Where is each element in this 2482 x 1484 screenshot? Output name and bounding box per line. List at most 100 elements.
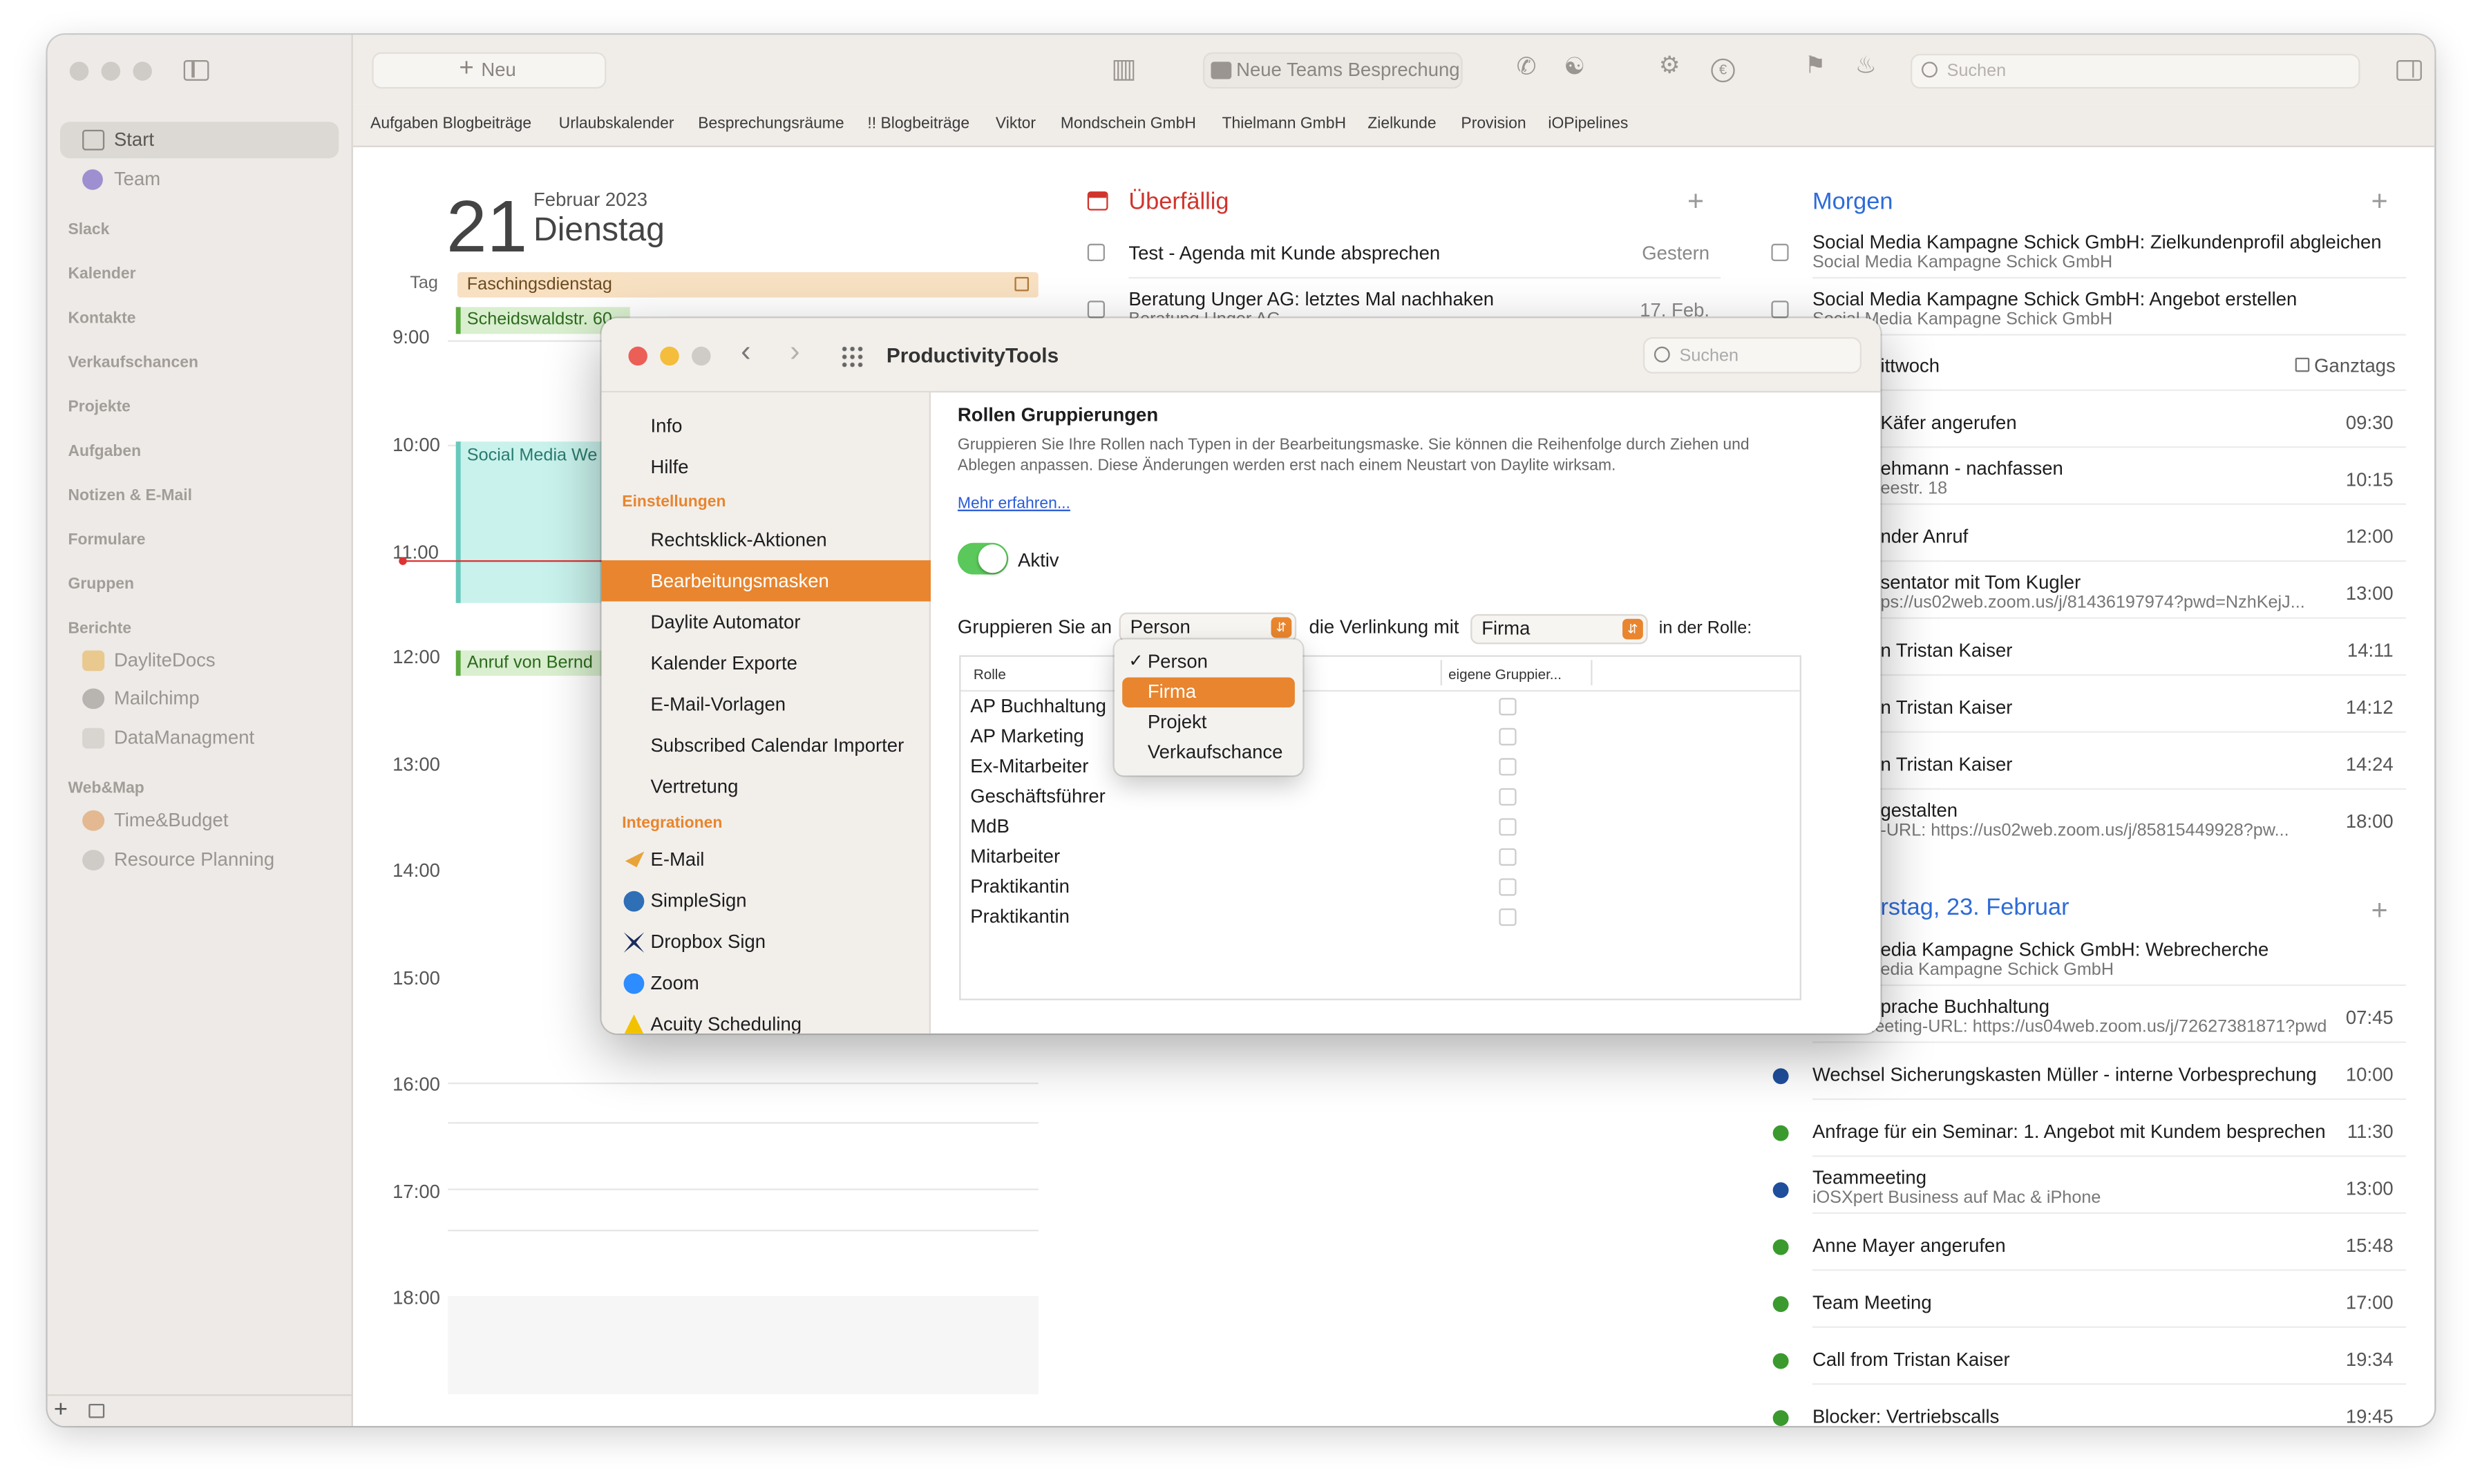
allday-checkbox-icon[interactable] — [2295, 357, 2310, 372]
link-select[interactable]: Firma ⇵ — [1470, 613, 1648, 645]
sidebar-item-datamanagment[interactable]: DataManagment — [60, 720, 339, 757]
group-select[interactable]: Person ⇵ — [1119, 612, 1297, 643]
contact-call-icon[interactable]: ☯ — [1564, 53, 1585, 81]
favorite-thielmann[interactable]: Thielmann GmbH — [1222, 115, 1346, 133]
bell-icon[interactable]: ♨ — [1855, 50, 1877, 79]
task-title[interactable]: Social Media Kampagne Schick GmbH: Angeb… — [1812, 288, 2414, 310]
row-checkbox[interactable] — [1499, 908, 1517, 926]
event-title[interactable]: n Tristan Kaiser — [1880, 753, 2339, 775]
allday-event[interactable]: Faschingsdienstag — [457, 272, 1039, 298]
favorite-iopipelines[interactable]: iOPipelines — [1548, 115, 1628, 133]
sidebar-item-time-budget[interactable]: Time&Budget — [60, 802, 339, 839]
daylite-sync-icon[interactable]: ▥ — [1111, 54, 1137, 86]
menu-item-calendar-importer[interactable]: Subscribed Calendar Importer — [602, 725, 931, 766]
menu-item-info[interactable]: Info — [602, 405, 931, 446]
sidebar-section-webmap[interactable]: Web&Map — [68, 780, 144, 797]
sidebar-item-daylitedocs[interactable]: DayliteDocs — [60, 643, 339, 679]
sidebar-item-start[interactable]: Start — [60, 122, 339, 159]
event-title[interactable]: Anfrage für ein Seminar: 1. Angebot mit … — [1812, 1121, 2335, 1143]
event-title[interactable]: gestalten — [1880, 799, 2339, 821]
event-title[interactable]: Teammeeting — [1812, 1166, 2287, 1188]
forward-chevron-icon[interactable]: › — [790, 336, 799, 370]
overdue-add-button[interactable]: + — [1687, 185, 1704, 218]
menu-item-kalender-exporte[interactable]: Kalender Exporte — [602, 643, 931, 684]
favorite-aufgaben-blogbeitraege[interactable]: Aufgaben Blogbeiträge — [370, 115, 531, 133]
menu-item-hilfe[interactable]: Hilfe — [602, 446, 931, 488]
menu-item-vertretung[interactable]: Vertretung — [602, 766, 931, 808]
sidebar-item-team[interactable]: Team — [60, 162, 339, 198]
event-title[interactable]: n Tristan Kaiser — [1880, 639, 2339, 661]
dialog-minimize-button[interactable] — [660, 346, 679, 366]
row-checkbox[interactable] — [1499, 727, 1517, 745]
task-checkbox[interactable] — [1771, 243, 1789, 261]
dropdown-option[interactable]: Firma — [1148, 681, 1196, 703]
row-checkbox[interactable] — [1499, 758, 1517, 776]
row-checkbox[interactable] — [1499, 878, 1517, 896]
sidebar-toggle-icon[interactable] — [183, 60, 209, 81]
table-row[interactable]: Ex-Mitarbeiter — [970, 755, 1088, 777]
dialog-close-button[interactable] — [628, 346, 647, 366]
calendar-small-icon[interactable] — [88, 1403, 105, 1418]
learn-more-link[interactable]: Mehr erfahren... — [958, 495, 1070, 513]
menu-item-email-vorlagen[interactable]: E-Mail-Vorlagen — [602, 684, 931, 725]
inspector-toggle-icon[interactable] — [2396, 60, 2422, 81]
add-button[interactable]: + — [54, 1396, 68, 1423]
minimize-window-button[interactable] — [101, 61, 121, 81]
row-checkbox[interactable] — [1499, 818, 1517, 836]
euro-icon[interactable]: € — [1711, 58, 1735, 83]
favorite-zielkunde[interactable]: Zielkunde — [1367, 115, 1436, 133]
event-title[interactable]: Wechsel Sicherungskasten Müller - intern… — [1812, 1063, 2335, 1085]
task-checkbox[interactable] — [1771, 301, 1789, 318]
sidebar-section-kalender[interactable]: Kalender — [68, 266, 136, 283]
sidebar-section-aufgaben[interactable]: Aufgaben — [68, 443, 142, 460]
row-checkbox[interactable] — [1499, 848, 1517, 866]
table-row[interactable]: Praktikantin — [970, 875, 1070, 897]
active-toggle[interactable] — [957, 542, 1009, 575]
column-header-own-group[interactable]: eigene Gruppier... — [1448, 666, 1562, 682]
event-title[interactable]: Team Meeting — [1812, 1291, 2287, 1313]
favorite-mondschein[interactable]: Mondschein GmbH — [1061, 115, 1196, 133]
sidebar-section-formulare[interactable]: Formulare — [68, 532, 146, 549]
sidebar-item-resource-planning[interactable]: Resource Planning — [60, 842, 339, 879]
sidebar-section-projekte[interactable]: Projekte — [68, 399, 131, 416]
favorite-blogbeitraege[interactable]: !! Blogbeiträge — [867, 115, 969, 133]
sidebar-item-mailchimp[interactable]: Mailchimp — [60, 681, 339, 717]
menu-item-rechtsklick[interactable]: Rechtsklick-Aktionen — [602, 519, 931, 560]
back-chevron-icon[interactable]: ‹ — [741, 336, 750, 370]
column-header-role[interactable]: Rolle — [974, 666, 1006, 682]
thursday-add-button[interactable]: + — [2371, 894, 2388, 927]
event-title[interactable]: ehmann - nachfassen — [1880, 457, 2339, 479]
task-title[interactable]: Beratung Unger AG: letztes Mal nachhaken — [1128, 288, 1635, 310]
event-title[interactable]: sentator mit Tom Kugler — [1880, 571, 2339, 593]
phone-icon[interactable]: ✆ — [1517, 53, 1537, 81]
dropdown-option[interactable]: Verkaufschance — [1148, 741, 1283, 763]
task-title[interactable]: edia Kampagne Schick GmbH: Webrecherche — [1880, 938, 2387, 960]
grid-icon[interactable] — [840, 345, 864, 368]
alarm-icon[interactable]: ⚑ — [1805, 50, 1826, 79]
task-title[interactable]: Test - Agenda mit Kunde absprechen — [1128, 242, 1635, 264]
menu-item-zoom[interactable]: Zoom — [602, 962, 931, 1004]
zoom-window-button[interactable] — [133, 61, 152, 81]
search-field[interactable]: Suchen — [1910, 53, 2360, 89]
event-title[interactable]: prache Buchhaltung — [1880, 996, 2355, 1018]
sidebar-section-slack[interactable]: Slack — [68, 222, 110, 239]
sidebar-section-gruppen[interactable]: Gruppen — [68, 576, 134, 593]
table-row[interactable]: AP Buchhaltung — [970, 695, 1106, 717]
event-title[interactable]: Blocker: Vertriebscalls — [1812, 1405, 2287, 1426]
sidebar-section-verkaufschancen[interactable]: Verkaufschancen — [68, 354, 198, 372]
event-title[interactable]: nder Anruf — [1880, 526, 2339, 548]
teams-meeting-button[interactable]: Neue Teams Besprechung — [1203, 52, 1463, 89]
table-row[interactable]: Mitarbeiter — [970, 845, 1060, 867]
event-title[interactable]: n Tristan Kaiser — [1880, 696, 2339, 719]
favorite-viktor[interactable]: Viktor — [996, 115, 1036, 133]
dialog-search-field[interactable]: Suchen — [1642, 336, 1862, 374]
task-checkbox[interactable] — [1087, 301, 1105, 318]
event-title[interactable]: Anne Mayer angerufen — [1812, 1235, 2287, 1257]
row-checkbox[interactable] — [1499, 788, 1517, 806]
favorite-urlaubskalender[interactable]: Urlaubskalender — [559, 115, 674, 133]
task-checkbox[interactable] — [1087, 243, 1105, 261]
favorite-provision[interactable]: Provision — [1461, 115, 1526, 133]
menu-item-simplesign[interactable]: SimpleSign — [602, 880, 931, 922]
task-title[interactable]: Social Media Kampagne Schick GmbH: Zielk… — [1812, 231, 2414, 253]
menu-item-automator[interactable]: Daylite Automator — [602, 602, 931, 643]
